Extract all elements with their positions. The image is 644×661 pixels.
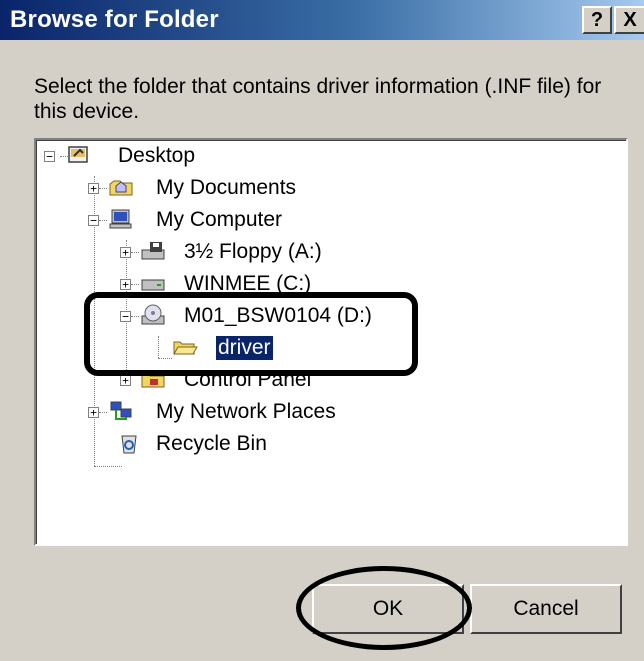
tree-item-label: My Network Places	[156, 400, 336, 423]
desktop-icon	[68, 146, 88, 163]
highlight-oval	[296, 566, 472, 650]
tree-item-label: My Documents	[156, 176, 297, 199]
expand-toggle[interactable]: +	[120, 247, 131, 258]
tree-item-label: 3½ Floppy (A:)	[184, 240, 322, 263]
tree-item-label: Desktop	[118, 144, 196, 167]
collapse-toggle[interactable]: −	[88, 215, 99, 226]
tree-line	[131, 284, 139, 285]
browse-for-folder-dialog: Browse for Folder ? X Select the folder …	[0, 0, 644, 661]
floppy-drive-icon	[141, 242, 165, 260]
title-bar[interactable]: Browse for Folder ? X	[0, 0, 644, 40]
tree-line	[99, 188, 107, 189]
network-places-icon	[110, 401, 132, 420]
tree-line	[94, 466, 122, 467]
help-button[interactable]: ?	[582, 6, 612, 34]
tree-item-label: My Computer	[156, 208, 283, 231]
close-button[interactable]: X	[614, 6, 644, 34]
cancel-button[interactable]: Cancel	[470, 584, 622, 634]
expand-toggle[interactable]: +	[120, 375, 131, 386]
instruction-text: Select the folder that contains driver i…	[34, 75, 602, 123]
highlight-rectangle	[84, 292, 418, 376]
window-title: Browse for Folder	[10, 6, 219, 33]
my-computer-icon	[109, 209, 132, 229]
tree-line	[131, 252, 139, 253]
recycle-bin-icon	[121, 435, 137, 454]
expand-toggle[interactable]: +	[88, 407, 99, 418]
tree-line	[99, 220, 107, 221]
tree-line	[99, 412, 107, 413]
collapse-toggle[interactable]: −	[44, 151, 55, 162]
tree-item-label: Recycle Bin	[156, 432, 267, 455]
expand-toggle[interactable]: +	[88, 183, 99, 194]
expand-toggle[interactable]: +	[120, 279, 131, 290]
my-documents-icon	[109, 180, 133, 196]
hard-drive-icon	[141, 279, 165, 291]
